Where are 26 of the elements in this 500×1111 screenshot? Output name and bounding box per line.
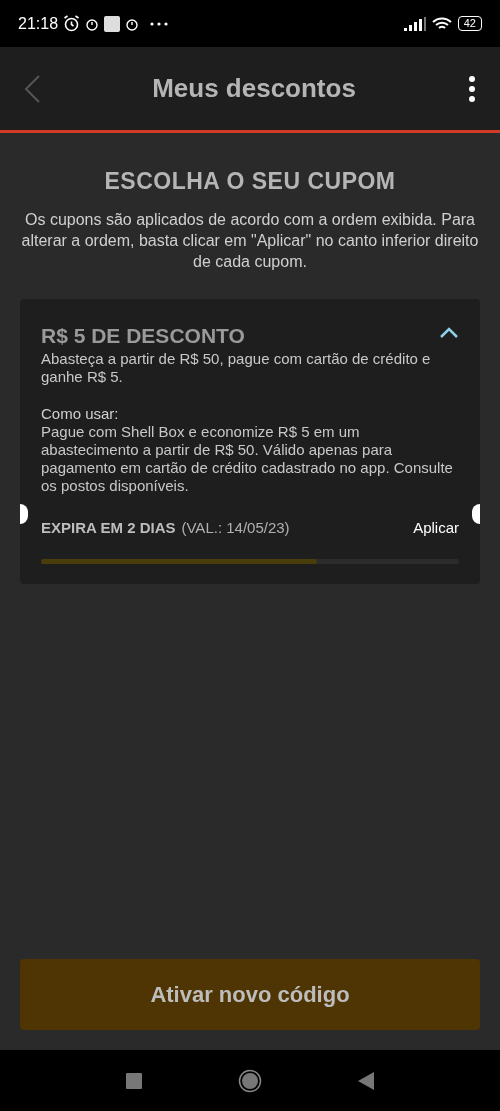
apply-link[interactable]: Aplicar xyxy=(413,516,459,539)
how-to-text: Pague com Shell Box e economize R$ 5 em um abastecimento a partir de R$ 50. Válido apenas para pagamento em cartão de crédito cadastrado no app. Consulte os postos disponíveis. xyxy=(41,422,454,495)
timer-icon xyxy=(125,16,140,31)
home-icon[interactable] xyxy=(238,1068,262,1093)
menu-icon[interactable] xyxy=(468,75,476,102)
notch-icon xyxy=(472,503,480,524)
alarm-icon xyxy=(63,15,81,32)
more-icon xyxy=(150,21,169,26)
status-time: 21:18 xyxy=(18,13,59,34)
signal-icon xyxy=(403,16,426,31)
how-to-label: Como usar: xyxy=(41,404,120,423)
expiry-label: EXPIRA EM 2 DIAS xyxy=(41,517,176,538)
chevron-icon[interactable] xyxy=(439,326,459,339)
app-icon xyxy=(104,15,121,32)
page-title: Meus descontos xyxy=(152,72,356,105)
recents-icon[interactable] xyxy=(126,1072,142,1089)
timer-icon xyxy=(85,16,100,31)
notch-icon xyxy=(20,503,28,524)
activate-code-button[interactable]: Ativar novo código xyxy=(20,959,480,1030)
battery-indicator: 42 xyxy=(457,16,482,31)
coupon-title: R$ 5 DE DESCONTO xyxy=(41,322,245,349)
coupon-summary: Abasteça a partir de R$ 50, pague com cartão de crédito e ganhe R$ 5. xyxy=(41,349,432,386)
intro-text: Os cupons são aplicados de acordo com a ordem exibida. Para alterar a ordem, basta clicar em "Aplicar" no canto inferior direito de cada cupom. xyxy=(20,209,480,272)
validity-date: (VAL.: 14/05/23) xyxy=(181,517,290,538)
back-nav-icon[interactable] xyxy=(358,1071,374,1090)
section-heading: ESCOLHA O SEU CUPOM xyxy=(103,167,397,196)
